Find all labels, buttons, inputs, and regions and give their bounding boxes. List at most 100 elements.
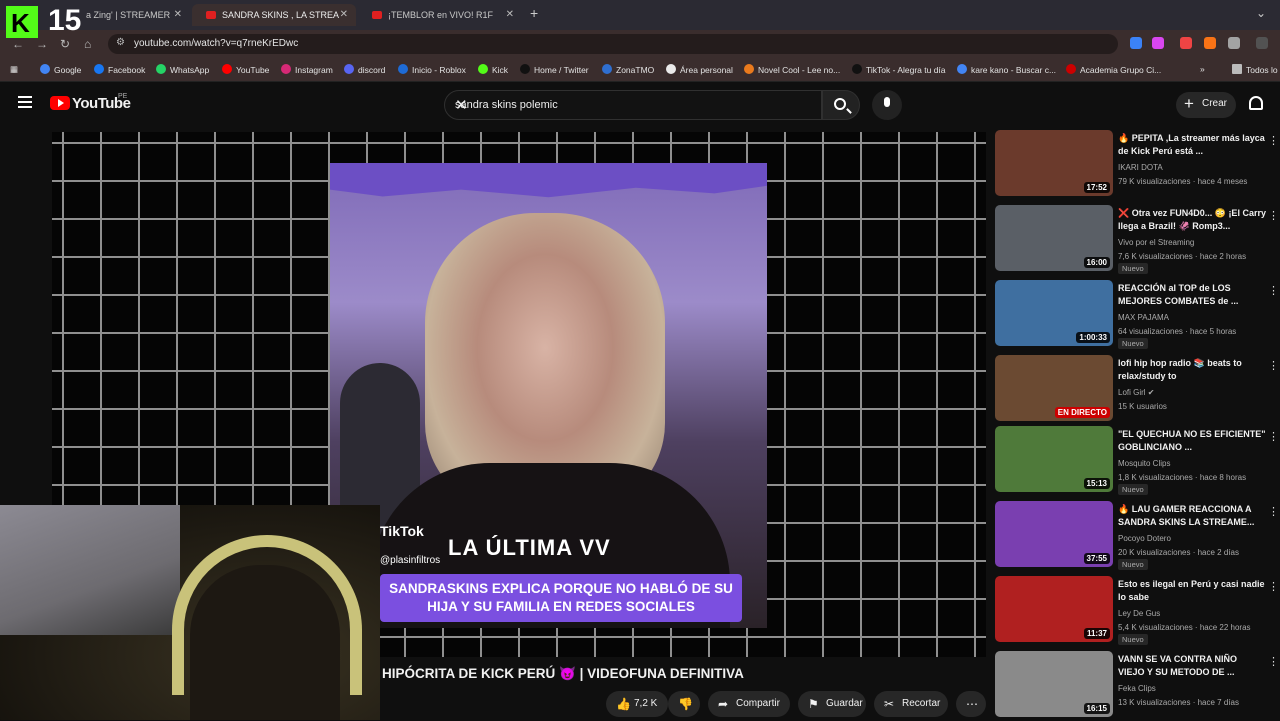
bookmark-google[interactable]: Google [40, 64, 81, 75]
bookmark-academia[interactable]: Academia Grupo Ci... [1066, 64, 1161, 75]
more-horizontal-icon: ⋯ [966, 697, 978, 711]
extension-icon[interactable] [1130, 37, 1142, 49]
video-thumbnail[interactable]: 17:52 [995, 130, 1113, 196]
video-meta: 5,4 K visualizaciones · hace 22 horas [1118, 623, 1251, 632]
bookmarks-bar: ▦ Google Facebook WhatsApp YouTube Insta… [0, 58, 1280, 82]
bookmark-zonatmo[interactable]: ZonaTMO [602, 64, 654, 75]
video-title[interactable]: "EL QUECHUA NO ES EFICIENTE" GOBLINCIANO… [1118, 428, 1266, 454]
more-vertical-icon[interactable]: ⋮ [1268, 359, 1279, 372]
bookmark-kare-kano[interactable]: kare kano - Buscar c... [957, 64, 1056, 75]
dislike-button[interactable]: 👎 [668, 691, 700, 717]
bookmark-kick[interactable]: Kick [478, 64, 508, 75]
forward-icon[interactable]: → [36, 37, 48, 51]
video-thumbnail[interactable]: 37:55 [995, 501, 1113, 567]
channel-name[interactable]: Ley De Gus [1118, 609, 1160, 618]
channel-name[interactable]: Pocoyo Dotero [1118, 534, 1171, 543]
close-tab-icon[interactable]: ✕ [174, 4, 182, 26]
related-video[interactable]: 16:15 VANN SE VA CONTRA NIÑO VIEJO Y SU … [994, 651, 1280, 721]
reload-icon[interactable]: ↻ [60, 37, 70, 51]
bookmark-novel-cool[interactable]: Novel Cool - Lee no... [744, 64, 840, 75]
profile-icon[interactable] [1256, 37, 1268, 49]
bookmark-area-personal[interactable]: Área personal [666, 64, 733, 75]
bookmark-tiktok[interactable]: TikTok - Alegra tu día [852, 64, 946, 75]
video-title[interactable]: 🔥 PEPITA ,La streamer más layca de Kick … [1118, 132, 1266, 158]
like-button[interactable]: 👍 7,2 K [606, 691, 668, 717]
more-vertical-icon[interactable]: ⋮ [1268, 209, 1279, 222]
share-button[interactable]: ➦ Compartir [708, 691, 790, 717]
back-icon[interactable]: ← [12, 37, 24, 51]
all-bookmarks-folder[interactable]: Todos lo [1232, 64, 1278, 75]
channel-name[interactable]: Vivo por el Streaming [1118, 238, 1194, 247]
video-thumbnail[interactable]: 1:00:33 [995, 280, 1113, 346]
related-video[interactable]: 16:00 ❌ Otra vez FUN4D0... 😳 ¡El Carry l… [994, 205, 1280, 275]
search-button[interactable] [822, 90, 860, 120]
video-thumbnail[interactable]: 16:15 [995, 651, 1113, 717]
video-thumbnail[interactable]: 15:13 [995, 426, 1113, 492]
save-button[interactable]: ⚑ Guardar [798, 691, 866, 717]
video-thumbnail[interactable]: EN DIRECTO [995, 355, 1113, 421]
video-thumbnail[interactable]: 16:00 [995, 205, 1113, 271]
close-tab-icon[interactable]: ✕ [506, 4, 514, 26]
webcam-overlay [0, 505, 380, 720]
extension-icon[interactable] [1204, 37, 1216, 49]
site-info-icon[interactable]: ⚙ [116, 37, 125, 48]
more-vertical-icon[interactable]: ⋮ [1268, 134, 1279, 147]
related-video[interactable]: 15:13 "EL QUECHUA NO ES EFICIENTE" GOBLI… [994, 426, 1280, 496]
new-tab-icon[interactable]: + [530, 5, 538, 21]
related-video[interactable]: 17:52 🔥 PEPITA ,La streamer más layca de… [994, 130, 1280, 200]
more-vertical-icon[interactable]: ⋮ [1268, 580, 1279, 593]
bookmark-youtube[interactable]: YouTube [222, 64, 269, 75]
tab-search-icon[interactable]: ⌄ [1256, 6, 1266, 20]
scissors-icon: ✂ [884, 697, 895, 711]
tab-sandra-skins[interactable]: SANDRA SKINS , LA STREA ✕ [192, 4, 356, 26]
new-badge: Nuevo [1118, 559, 1148, 570]
more-actions-button[interactable]: ⋯ [956, 691, 986, 717]
bookmark-instagram[interactable]: Instagram [281, 64, 333, 75]
video-title[interactable]: Esto es ilegal en Perú y casi nadie lo s… [1118, 578, 1266, 604]
clip-button[interactable]: ✂ Recortar [874, 691, 948, 717]
close-tab-icon[interactable]: ✕ [340, 4, 348, 26]
channel-name[interactable]: Mosquito Clips [1118, 459, 1170, 468]
voice-search-icon[interactable] [872, 90, 902, 120]
more-bookmarks-icon[interactable]: » [1200, 64, 1205, 74]
create-button[interactable]: + Crear [1176, 92, 1236, 118]
duration-badge: 1:00:33 [1076, 332, 1110, 343]
channel-name[interactable]: Feka Clips [1118, 684, 1156, 693]
video-title[interactable]: VANN SE VA CONTRA NIÑO VIEJO Y SU METODO… [1118, 653, 1266, 679]
url-field[interactable]: ⚙ youtube.com/watch?v=q7rneKrEDwc [108, 34, 1118, 54]
more-vertical-icon[interactable]: ⋮ [1268, 430, 1279, 443]
more-vertical-icon[interactable]: ⋮ [1268, 655, 1279, 668]
apps-grid-icon[interactable]: ▦ [10, 64, 18, 75]
notifications-bell-icon[interactable] [1249, 96, 1263, 110]
related-video[interactable]: 1:00:33 REACCIÓN al TOP de LOS MEJORES C… [994, 280, 1280, 350]
extensions-puzzle-icon[interactable] [1228, 37, 1240, 49]
more-vertical-icon[interactable]: ⋮ [1268, 505, 1279, 518]
bookmark-twitter[interactable]: Home / Twitter [520, 64, 589, 75]
search-input[interactable]: sandra skins polemic ✕ [444, 90, 822, 120]
bookmark-facebook[interactable]: Facebook [94, 64, 145, 75]
related-video[interactable]: 11:37 Esto es ilegal en Perú y casi nadi… [994, 576, 1280, 646]
extension-icon[interactable] [1152, 37, 1164, 49]
related-video[interactable]: EN DIRECTO lofi hip hop radio 📚 beats to… [994, 355, 1280, 425]
channel-name[interactable]: Lofi Girl ✔ [1118, 388, 1155, 397]
video-meta: 20 K visualizaciones · hace 2 días [1118, 548, 1239, 557]
related-video[interactable]: 37:55 🔥 LAU GAMER REACCIONA A SANDRA SKI… [994, 501, 1280, 571]
tiktok-watermark: TikTok [380, 523, 424, 539]
video-title[interactable]: ❌ Otra vez FUN4D0... 😳 ¡El Carry llega a… [1118, 207, 1266, 233]
video-title[interactable]: lofi hip hop radio 📚 beats to relax/stud… [1118, 357, 1266, 383]
video-thumbnail[interactable]: 11:37 [995, 576, 1113, 642]
bookmark-roblox[interactable]: Inicio - Roblox [398, 64, 466, 75]
video-title[interactable]: REACCIÓN al TOP de LOS MEJORES COMBATES … [1118, 282, 1266, 308]
tab-temblor[interactable]: ¡TEMBLOR en VIVO! R1F ✕ [358, 4, 522, 26]
bookmark-discord[interactable]: discord [344, 64, 385, 75]
extension-icon[interactable] [1180, 37, 1192, 49]
channel-name[interactable]: MAX PAJAMA [1118, 313, 1169, 322]
video-title[interactable]: 🔥 LAU GAMER REACCIONA A SANDRA SKINS LA … [1118, 503, 1266, 529]
channel-name[interactable]: IKARI DOTA [1118, 163, 1163, 172]
home-icon[interactable]: ⌂ [84, 37, 91, 51]
youtube-logo-icon[interactable] [50, 96, 70, 110]
clear-search-icon[interactable]: ✕ [455, 96, 811, 114]
bookmark-whatsapp[interactable]: WhatsApp [156, 64, 209, 75]
menu-icon[interactable] [18, 96, 32, 108]
more-vertical-icon[interactable]: ⋮ [1268, 284, 1279, 297]
